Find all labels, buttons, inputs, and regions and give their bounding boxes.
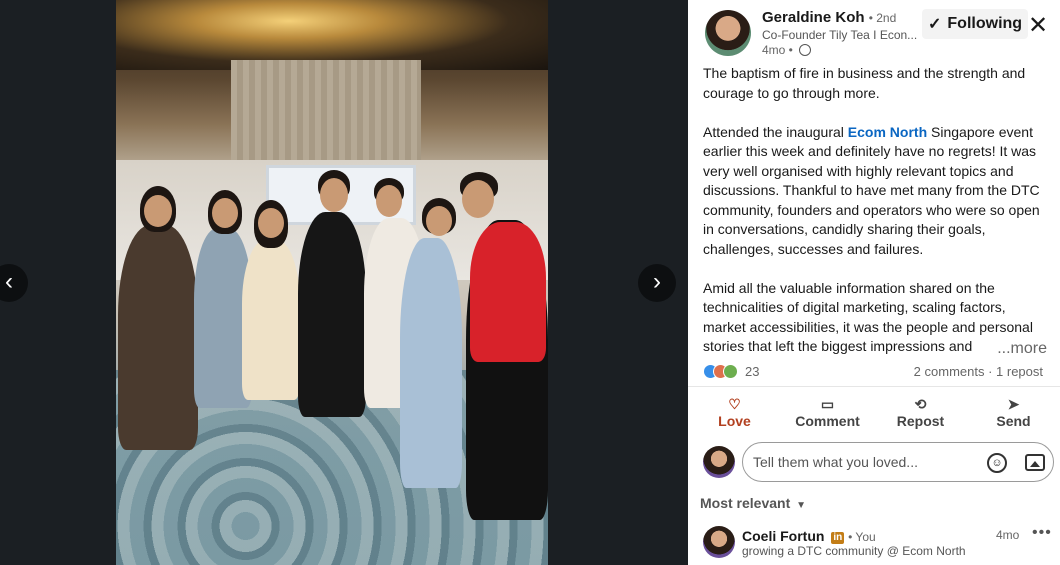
photo-person (118, 225, 198, 450)
see-more-button[interactable]: ...more (991, 340, 1047, 358)
image-icon[interactable] (1025, 454, 1045, 471)
photo-person-head (144, 195, 172, 227)
action-bar: ♡ Love ▭ Comment ⟲ Repost ➤ Send (688, 386, 1060, 436)
post-text-segment: Attended the inaugural (703, 123, 848, 140)
photo-person-head (320, 178, 348, 212)
author-headline: Co-Founder Tily Tea I Econ... (762, 28, 918, 42)
send-label: Send (996, 413, 1031, 429)
photo-ceiling-panel (231, 60, 421, 165)
following-button[interactable]: ✓ Following (922, 9, 1029, 39)
comment-icon: ▭ (820, 396, 835, 412)
connection-degree: • 2nd (868, 11, 897, 25)
reaction-count[interactable]: 23 (745, 364, 759, 379)
commenter-headline: growing a DTC community @ Ecom North (742, 544, 966, 558)
linkedin-premium-badge: in (831, 532, 845, 544)
check-icon: ✓ (928, 16, 942, 33)
author-name-row[interactable]: Geraldine Koh • 2nd (762, 9, 896, 26)
photo-person (298, 212, 366, 417)
photo-person-head (212, 198, 238, 228)
sort-label: Most relevant (700, 495, 791, 511)
post-photo (116, 0, 548, 565)
sort-dropdown[interactable]: Most relevant ▼ (700, 495, 806, 511)
photo-person-head (426, 206, 452, 236)
social-counts: 23 2 comments · 1 repost (703, 362, 1055, 384)
comment-composer: ☺ (688, 440, 1060, 488)
post-text: The baptism of fire in business and the … (703, 64, 1049, 358)
following-label: Following (947, 15, 1023, 32)
current-user-avatar[interactable] (703, 446, 735, 478)
send-icon: ➤ (1007, 396, 1020, 412)
emoji-icon[interactable]: ☺ (987, 453, 1007, 473)
comment-item: Coeli Fortun in • You growing a DTC comm… (688, 522, 1060, 565)
post-time: 4mo • (762, 43, 793, 57)
comment-time: 4mo (996, 528, 1020, 542)
post-text-segment: Singapore event earlier this week and de… (703, 123, 1040, 257)
post-time-row: 4mo • (762, 43, 812, 57)
send-button[interactable]: ➤ Send (967, 387, 1060, 436)
globe-icon (799, 44, 812, 56)
photo-person-head (258, 208, 284, 238)
support-reaction-icon (723, 364, 738, 379)
love-label: Love (718, 413, 751, 429)
commenter-name-row[interactable]: Coeli Fortun in • You (742, 528, 876, 544)
photo-person-shirt (470, 222, 546, 362)
post-header: Geraldine Koh • 2nd Co-Founder Tily Tea … (688, 0, 1060, 62)
love-button[interactable]: ♡ Love (688, 387, 781, 436)
previous-image-button[interactable]: ‹ (0, 264, 28, 302)
comment-input[interactable] (742, 442, 1054, 482)
comment-label: Comment (795, 413, 860, 429)
post-paragraph: Attended the inaugural Ecom North Singap… (703, 123, 1049, 260)
comment-button[interactable]: ▭ Comment (781, 387, 874, 436)
repost-icon: ⟲ (914, 396, 927, 412)
close-icon[interactable]: ✕ (1028, 14, 1048, 38)
next-image-button[interactable]: › (638, 264, 676, 302)
repost-label: Repost (896, 413, 945, 429)
you-label: • You (848, 530, 876, 544)
commenter-avatar[interactable] (703, 526, 735, 558)
photo-person-head (376, 185, 402, 217)
hashtag-link[interactable]: Ecom North (848, 124, 927, 140)
author-name[interactable]: Geraldine Koh (762, 9, 865, 26)
author-avatar[interactable] (705, 10, 751, 56)
photo-person-head (462, 180, 494, 218)
comments-reposts-count[interactable]: 2 comments · 1 repost (914, 364, 1043, 379)
media-viewer: ‹ › (0, 0, 688, 565)
photo-person (242, 240, 300, 400)
caret-down-icon: ▼ (796, 500, 807, 511)
repost-button[interactable]: ⟲ Repost (874, 387, 967, 436)
commenter-name[interactable]: Coeli Fortun (742, 528, 824, 544)
post-detail-panel: Geraldine Koh • 2nd Co-Founder Tily Tea … (688, 0, 1060, 565)
photo-person (400, 238, 462, 488)
post-paragraph: The baptism of fire in business and the … (703, 65, 1026, 101)
heart-icon: ♡ (728, 396, 741, 412)
reaction-icons[interactable] (703, 364, 743, 380)
more-options-icon[interactable]: ••• (1032, 524, 1052, 542)
